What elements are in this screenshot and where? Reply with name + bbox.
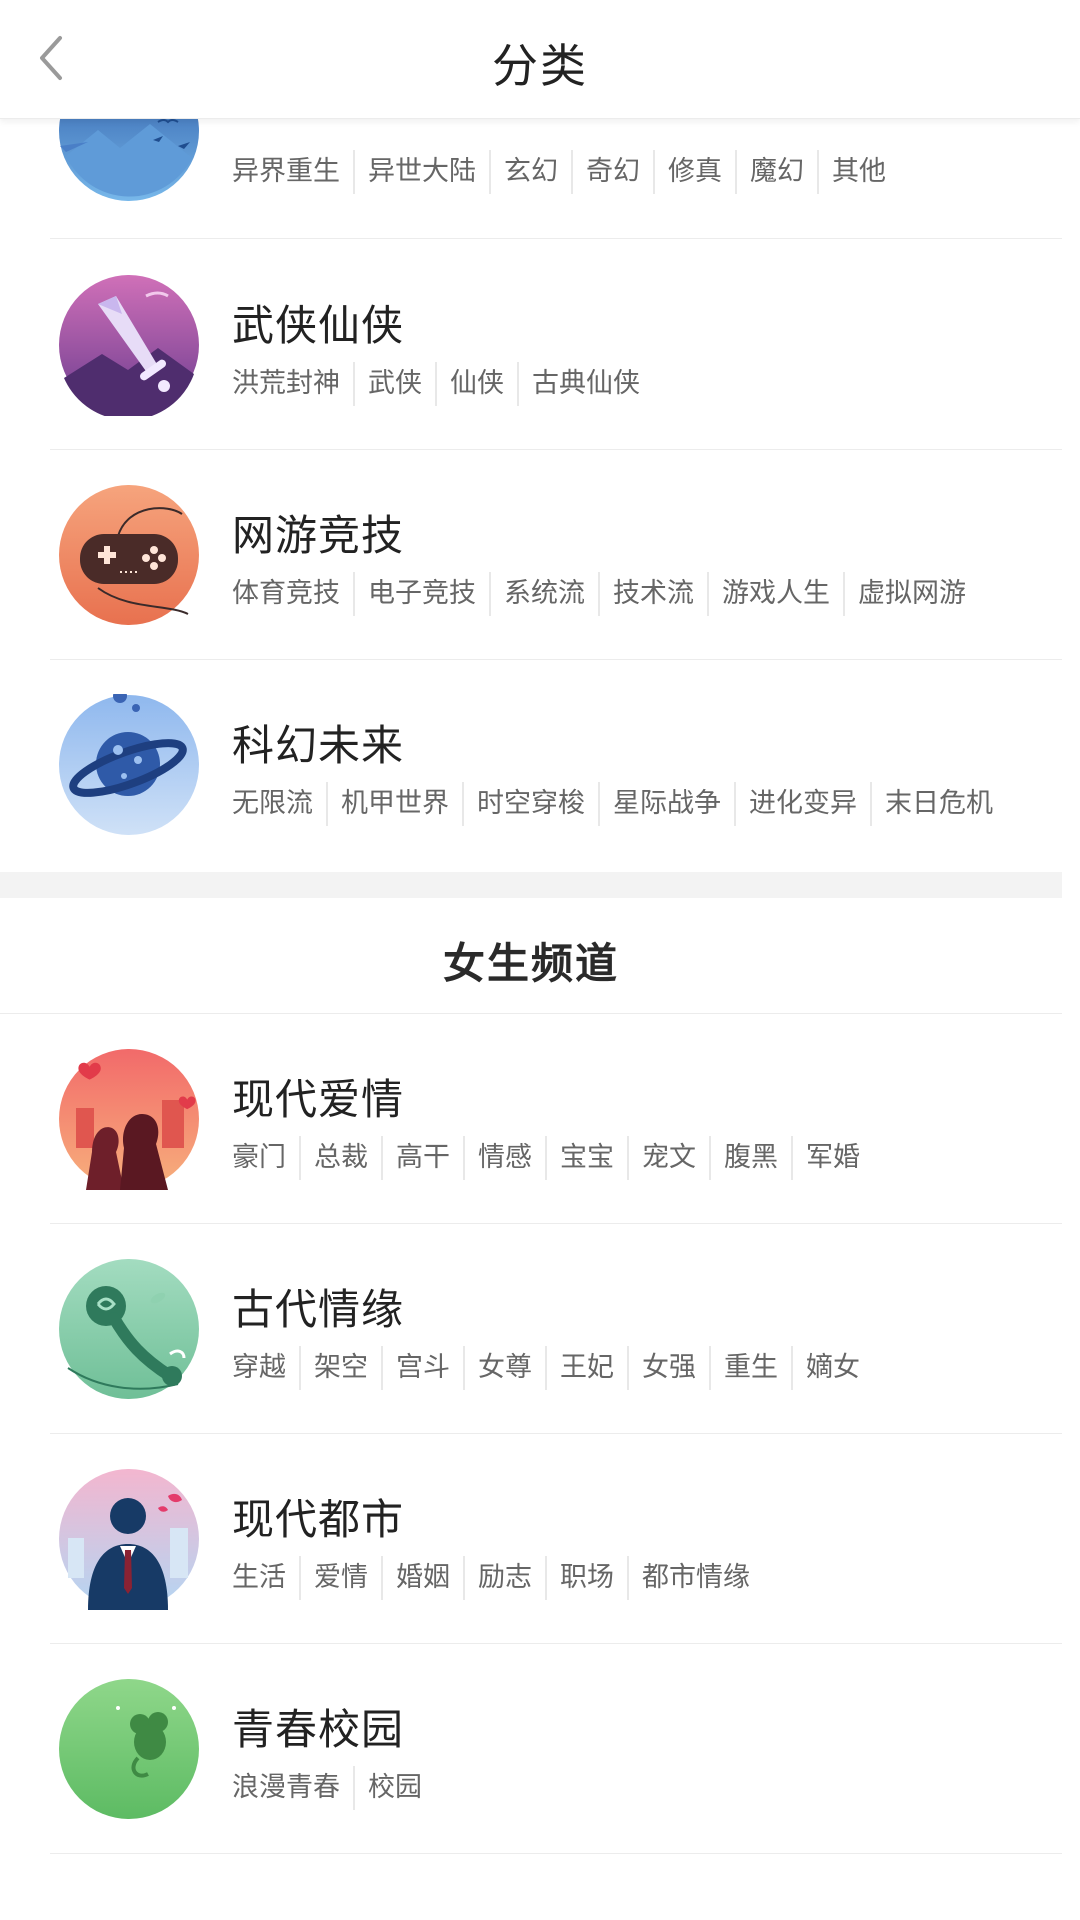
- tag-list: 穿越 架空 宫斗 女尊 王妃 女强 重生 嫡女: [232, 1346, 873, 1390]
- tag[interactable]: 腹黑: [709, 1136, 791, 1180]
- category-row-modern-romance[interactable]: 现代爱情 豪门 总裁 高干 情感 宝宝 宠文 腹黑 军婚: [0, 1014, 1080, 1224]
- tag[interactable]: 职场: [545, 1556, 627, 1600]
- category-row-ancient-romance[interactable]: 古代情缘 穿越 架空 宫斗 女尊 王妃 女强 重生 嫡女: [0, 1224, 1080, 1434]
- tag[interactable]: 嫡女: [791, 1346, 873, 1390]
- category-row-scifi[interactable]: 科幻未来 无限流 机甲世界 时空穿梭 星际战争 进化变异 末日危机: [0, 660, 1080, 872]
- tag-list: 生活 爱情 婚姻 励志 职场 都市情缘: [232, 1556, 763, 1600]
- tag[interactable]: 虚拟网游: [843, 572, 979, 616]
- tag[interactable]: 修真: [653, 150, 735, 194]
- tag[interactable]: 宝宝: [545, 1136, 627, 1180]
- tag[interactable]: 奇幻: [571, 150, 653, 194]
- tag[interactable]: 穿越: [232, 1346, 299, 1390]
- tag[interactable]: 武侠: [353, 362, 435, 406]
- category-title[interactable]: 现代爱情: [232, 1066, 404, 1127]
- tag-list: 洪荒封神 武侠 仙侠 古典仙侠: [232, 362, 653, 406]
- tag-list: 体育竞技 电子竞技 系统流 技术流 游戏人生 虚拟网游: [232, 572, 979, 616]
- divider: [50, 238, 1062, 239]
- couple-icon[interactable]: [58, 1048, 200, 1190]
- category-title[interactable]: 武侠仙侠: [232, 292, 404, 353]
- tag[interactable]: 浪漫青春: [232, 1766, 353, 1810]
- tag[interactable]: 校园: [353, 1766, 435, 1810]
- businessman-icon[interactable]: [58, 1468, 200, 1610]
- tag[interactable]: 女尊: [463, 1346, 545, 1390]
- tag[interactable]: 总裁: [299, 1136, 381, 1180]
- tag[interactable]: 高干: [381, 1136, 463, 1180]
- tag[interactable]: 洪荒封神: [232, 362, 353, 406]
- page-title: 分类: [492, 39, 588, 93]
- planet-icon[interactable]: [58, 689, 200, 836]
- tag[interactable]: 电子竞技: [353, 572, 489, 616]
- jade-ruyi-icon[interactable]: [58, 1258, 200, 1400]
- tag[interactable]: 末日危机: [870, 782, 1006, 826]
- category-title[interactable]: 科幻未来: [232, 712, 404, 773]
- tag[interactable]: 进化变异: [734, 782, 870, 826]
- tag[interactable]: 王妃: [545, 1346, 627, 1390]
- top-bar: 分类: [0, 0, 1080, 119]
- category-row-modern-urban[interactable]: 现代都市 生活 爱情 婚姻 励志 职场 都市情缘: [0, 1434, 1080, 1644]
- category-page: 分类 异界重生 异世大陆 玄幻 奇幻 修真 魔幻 其他 武侠仙侠 洪荒封神 武侠…: [0, 0, 1080, 1920]
- tag[interactable]: 体育竞技: [232, 572, 353, 616]
- tag[interactable]: 异世大陆: [353, 150, 489, 194]
- tag[interactable]: 情感: [463, 1136, 545, 1180]
- tag[interactable]: 系统流: [489, 572, 598, 616]
- tag[interactable]: 豪门: [232, 1136, 299, 1180]
- tag[interactable]: 机甲世界: [326, 782, 462, 826]
- tag[interactable]: 游戏人生: [707, 572, 843, 616]
- section-title: 女生频道: [442, 939, 619, 988]
- category-row-campus[interactable]: 青春校园 浪漫青春 校园: [0, 1644, 1080, 1920]
- tag-list: 豪门 总裁 高干 情感 宝宝 宠文 腹黑 军婚: [232, 1136, 873, 1180]
- tag[interactable]: 古典仙侠: [517, 362, 653, 406]
- tag[interactable]: 架空: [299, 1346, 381, 1390]
- tag[interactable]: 星际战争: [598, 782, 734, 826]
- tag[interactable]: 异界重生: [232, 150, 353, 194]
- tag[interactable]: 励志: [463, 1556, 545, 1600]
- tag[interactable]: 技术流: [598, 572, 707, 616]
- tag-list: 无限流 机甲世界 时空穿梭 星际战争 进化变异 末日危机: [232, 782, 1006, 826]
- category-title[interactable]: 网游竞技: [232, 502, 404, 563]
- category-title[interactable]: 现代都市: [232, 1486, 404, 1547]
- tag[interactable]: 魔幻: [735, 150, 817, 194]
- moon-mouse-icon[interactable]: [58, 1678, 200, 1820]
- tag[interactable]: 女强: [627, 1346, 709, 1390]
- tag[interactable]: 都市情缘: [627, 1556, 763, 1600]
- section-gap: [0, 872, 1062, 898]
- tag[interactable]: 军婚: [791, 1136, 873, 1180]
- tag[interactable]: 婚姻: [381, 1556, 463, 1600]
- tag[interactable]: 其他: [817, 150, 899, 194]
- category-row-game[interactable]: 网游竞技 体育竞技 电子竞技 系统流 技术流 游戏人生 虚拟网游: [0, 450, 1080, 660]
- tag-list: 浪漫青春 校园: [232, 1766, 435, 1810]
- category-title[interactable]: 青春校园: [232, 1696, 404, 1757]
- category-title[interactable]: 古代情缘: [232, 1276, 404, 1337]
- tag[interactable]: 重生: [709, 1346, 791, 1390]
- tag[interactable]: 宫斗: [381, 1346, 463, 1390]
- tag-list: 异界重生 异世大陆 玄幻 奇幻 修真 魔幻 其他: [232, 150, 899, 194]
- divider: [50, 1853, 1062, 1854]
- tag[interactable]: 时空穿梭: [462, 782, 598, 826]
- tag[interactable]: 仙侠: [435, 362, 517, 406]
- tag[interactable]: 宠文: [627, 1136, 709, 1180]
- tag[interactable]: 玄幻: [489, 150, 571, 194]
- category-row-wuxia[interactable]: 武侠仙侠 洪荒封神 武侠 仙侠 古典仙侠: [0, 240, 1080, 450]
- sword-icon[interactable]: [58, 274, 200, 421]
- tag[interactable]: 生活: [232, 1556, 299, 1600]
- gamepad-icon[interactable]: [58, 484, 200, 626]
- tag[interactable]: 无限流: [232, 782, 326, 826]
- tag[interactable]: 爱情: [299, 1556, 381, 1600]
